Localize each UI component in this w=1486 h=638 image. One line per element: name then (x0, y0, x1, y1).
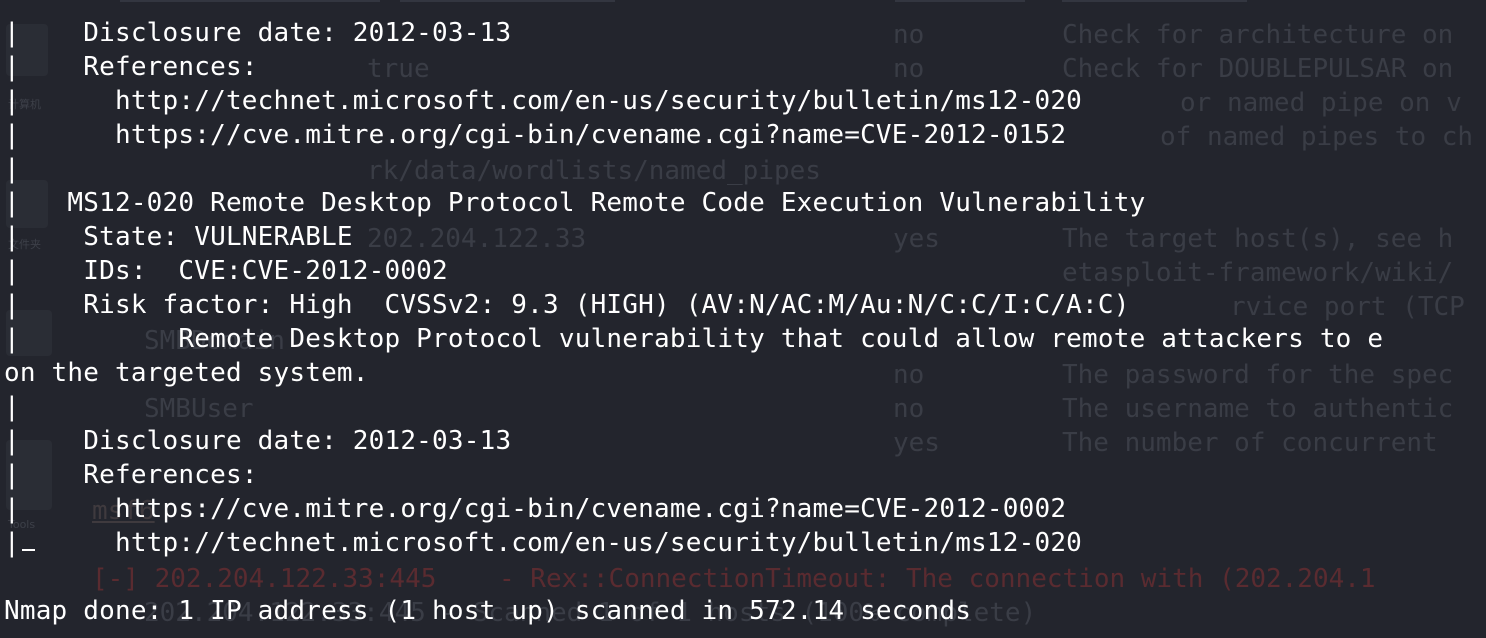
output-line: | Risk factor: High CVSSv2: 9.3 (HIGH) (… (4, 290, 1130, 320)
cursor-line: | (4, 528, 35, 558)
output-line: | IDs: CVE:CVE-2012-0002 (4, 256, 448, 286)
output-line: | State: VULNERABLE (4, 222, 353, 252)
output-line: on the targeted system. (4, 358, 369, 388)
vulnerability-title: | MS12-020 Remote Desktop Protocol Remot… (4, 188, 1146, 218)
output-line: | Remote Desktop Protocol vulnerability … (4, 324, 1384, 354)
cursor-line-prefix: | (4, 528, 20, 558)
terminal-screen[interactable]: 计算机 文件夹 Tools true rk/data/wordlists/nam… (0, 0, 1486, 638)
text-cursor (21, 549, 35, 551)
output-line: | Disclosure date: 2012-03-13 (4, 18, 512, 48)
output-line: | Disclosure date: 2012-03-13 (4, 426, 512, 456)
output-line: | http://technet.microsoft.com/en-us/sec… (4, 86, 1083, 116)
output-line: | References: (4, 52, 258, 82)
output-line: | https://cve.mitre.org/cgi-bin/cvename.… (4, 120, 1067, 150)
output-line: | http://technet.microsoft.com/en-us/sec… (4, 528, 1083, 558)
nmap-summary: Nmap done: 1 IP address (1 host up) scan… (4, 596, 972, 626)
output-line: | (4, 154, 20, 184)
output-line: | References: (4, 460, 258, 490)
output-line: | https://cve.mitre.org/cgi-bin/cvename.… (4, 494, 1067, 524)
output-line: | (4, 392, 20, 422)
terminal-output[interactable]: | Disclosure date: 2012-03-13 | Referenc… (0, 0, 1486, 638)
